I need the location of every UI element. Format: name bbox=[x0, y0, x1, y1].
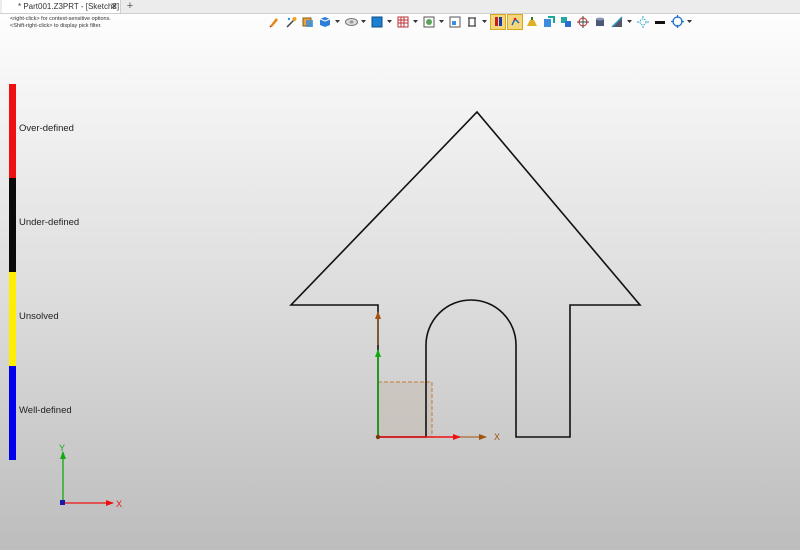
sketch-plane-indicator bbox=[377, 381, 433, 438]
sketch-origin-point[interactable] bbox=[375, 434, 381, 440]
triad-y-label: Y bbox=[59, 443, 65, 453]
sketch-x-label: X bbox=[494, 432, 500, 442]
house-sketch-profile[interactable] bbox=[289, 110, 642, 438]
triad-x-label: X bbox=[116, 499, 122, 509]
triad-z-marker bbox=[60, 500, 65, 505]
sketch-canvas[interactable]: X Y X bbox=[0, 0, 800, 550]
